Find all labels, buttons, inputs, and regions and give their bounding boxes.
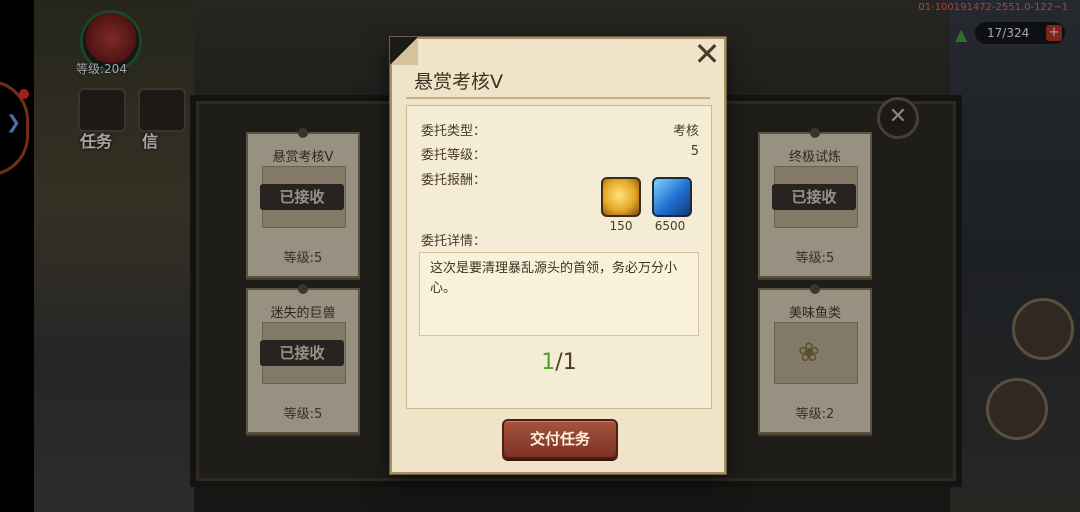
blue-crystal-icon[interactable] — [652, 177, 692, 217]
submit-task-button[interactable]: 交付任务 — [502, 419, 618, 459]
type-label: 委托类型： — [421, 124, 487, 139]
detail-text: 这次是要清理暴乱源头的首领，务必万分小心。 — [430, 261, 678, 296]
title-divider — [406, 97, 710, 99]
dialog-content-panel: 委托类型： 考核 委托等级： 5 委托报酬： 150 6500 委托详情： 这次… — [406, 105, 712, 409]
reward-amount: 6500 — [654, 219, 686, 233]
dialog-title: 悬赏考核V — [414, 71, 503, 93]
detail-box: 这次是要清理暴乱源头的首领，务必万分小心。 — [419, 252, 699, 336]
gold-coin-icon[interactable] — [601, 177, 641, 217]
detail-label: 委托详情： — [421, 234, 487, 249]
dialog-header: 悬赏考核V — [392, 59, 724, 99]
reward-label: 委托报酬： — [421, 173, 487, 188]
bounty-detail-dialog: ✕ 悬赏考核V 委托类型： 考核 委托等级： 5 委托报酬： 150 6500 … — [390, 37, 726, 474]
progress-total: /1 — [555, 350, 577, 375]
level-value: 5 — [690, 144, 699, 159]
task-progress: 1/1 — [407, 350, 711, 375]
reward-amount: 150 — [609, 219, 633, 233]
progress-current: 1 — [541, 350, 556, 375]
level-label: 委托等级： — [421, 148, 487, 163]
type-value: 考核 — [672, 124, 699, 139]
